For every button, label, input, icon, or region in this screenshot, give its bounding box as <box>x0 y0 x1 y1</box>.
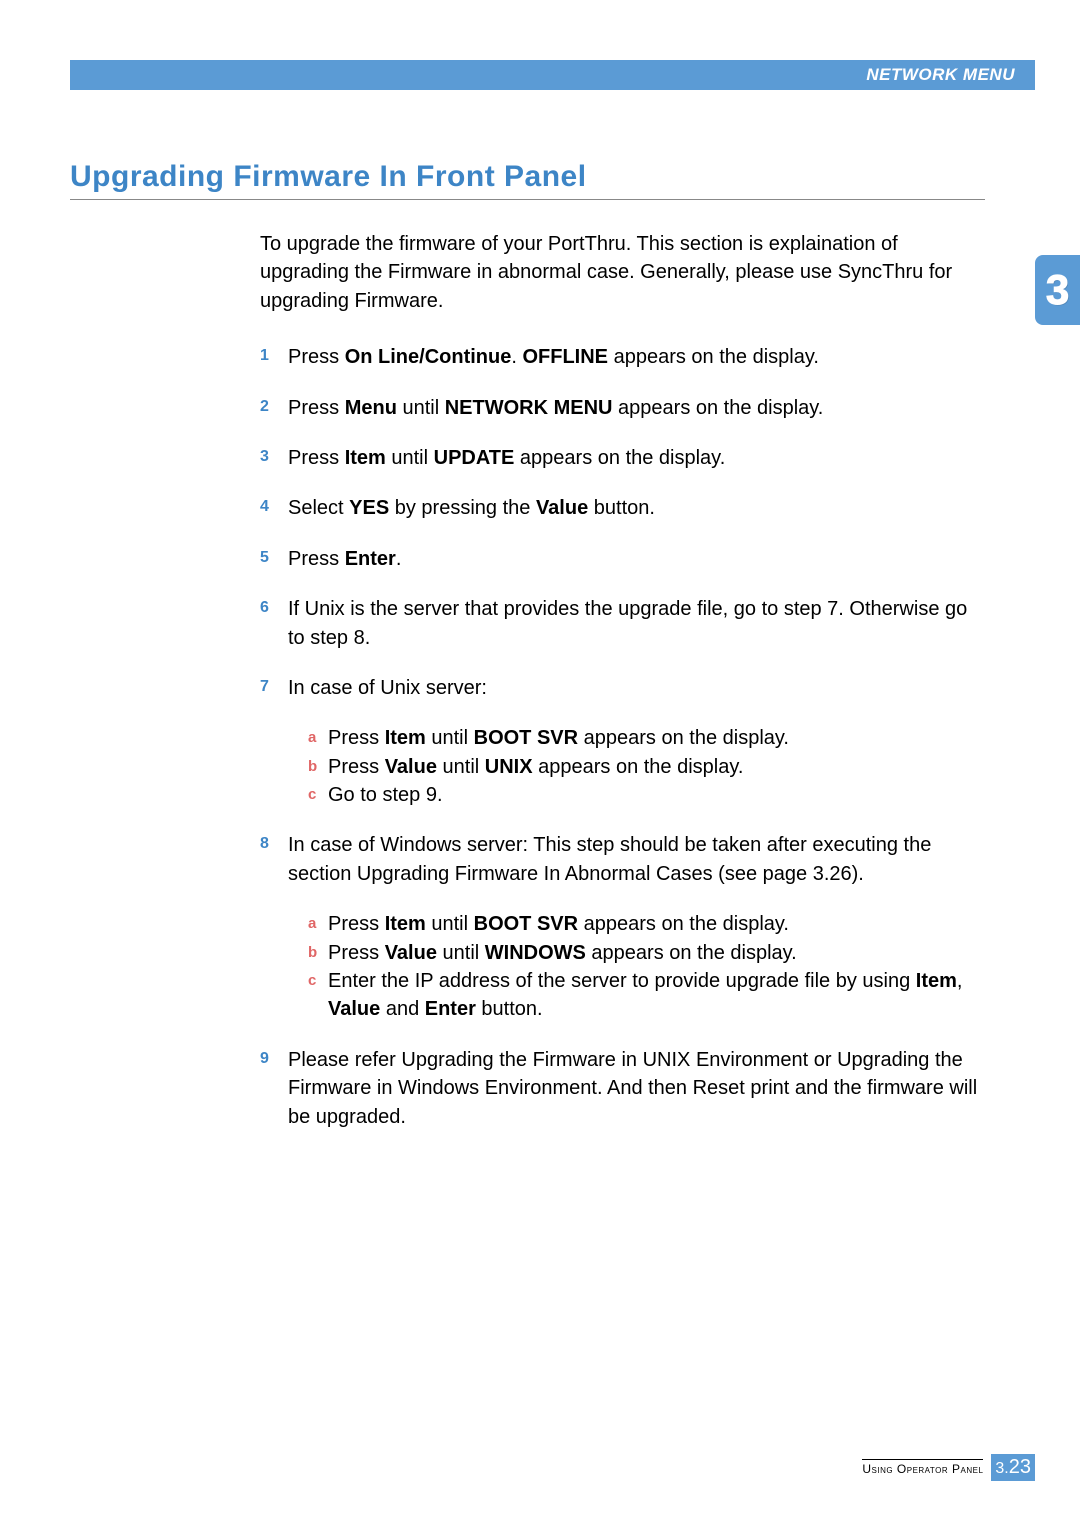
step-text: Press Enter. <box>288 545 985 573</box>
step-4: 4 Select YES by pressing the Value butto… <box>260 494 985 522</box>
sub-item-a: a Press Item until BOOT SVR appears on t… <box>308 910 985 938</box>
step-number: 1 <box>260 343 288 371</box>
footer-label: Using Operator Panel <box>862 1459 983 1476</box>
step-text: If Unix is the server that provides the … <box>288 595 985 652</box>
intro-paragraph: To upgrade the firmware of your PortThru… <box>260 230 985 315</box>
sub-text: Press Value until WINDOWS appears on the… <box>328 939 985 967</box>
step-number: 3 <box>260 444 288 472</box>
step-text: Press Menu until NETWORK MENU appears on… <box>288 394 985 422</box>
step-text: In case of Unix server: a Press Item unt… <box>288 674 985 810</box>
step-1: 1 Press On Line/Continue. OFFLINE appear… <box>260 343 985 371</box>
sub-item-a: a Press Item until BOOT SVR appears on t… <box>308 724 985 752</box>
step-number: 2 <box>260 394 288 422</box>
sub-letter: a <box>308 724 328 752</box>
sub-text: Press Value until UNIX appears on the di… <box>328 753 985 781</box>
sub-letter: a <box>308 910 328 938</box>
step-text: Please refer Upgrading the Firmware in U… <box>288 1046 985 1131</box>
step-number: 5 <box>260 545 288 573</box>
sub-text: Press Item until BOOT SVR appears on the… <box>328 724 985 752</box>
sub-letter: b <box>308 939 328 967</box>
footer-chapter: 3. <box>995 1460 1008 1477</box>
sub-item-b: b Press Value until WINDOWS appears on t… <box>308 939 985 967</box>
sub-letter: c <box>308 967 328 1024</box>
section-title: Upgrading Firmware In Front Panel <box>70 160 985 200</box>
sub-list: a Press Item until BOOT SVR appears on t… <box>308 910 985 1024</box>
footer-page-number: 23 <box>1009 1456 1031 1478</box>
chapter-tab-number: 3 <box>1046 266 1069 314</box>
sub-text: Enter the IP address of the server to pr… <box>328 967 985 1024</box>
step-number: 4 <box>260 494 288 522</box>
header-label: NETWORK MENU <box>866 65 1015 85</box>
step-number: 9 <box>260 1046 288 1131</box>
chapter-tab: 3 <box>1035 255 1080 325</box>
step-list: 1 Press On Line/Continue. OFFLINE appear… <box>260 343 985 1131</box>
step-7: 7 In case of Unix server: a Press Item u… <box>260 674 985 810</box>
step-text: Press Item until UPDATE appears on the d… <box>288 444 985 472</box>
sub-letter: b <box>308 753 328 781</box>
step-number: 7 <box>260 674 288 810</box>
content-area: Upgrading Firmware In Front Panel To upg… <box>70 160 985 1153</box>
step-6: 6 If Unix is the server that provides th… <box>260 595 985 652</box>
step-text: Select YES by pressing the Value button. <box>288 494 985 522</box>
step-text: In case of Windows server: This step sho… <box>288 831 985 1023</box>
sub-list: a Press Item until BOOT SVR appears on t… <box>308 724 985 809</box>
step-9: 9 Please refer Upgrading the Firmware in… <box>260 1046 985 1131</box>
step-3: 3 Press Item until UPDATE appears on the… <box>260 444 985 472</box>
sub-item-b: b Press Value until UNIX appears on the … <box>308 753 985 781</box>
header-bar: NETWORK MENU <box>70 60 1035 90</box>
step-number: 6 <box>260 595 288 652</box>
step-2: 2 Press Menu until NETWORK MENU appears … <box>260 394 985 422</box>
step-5: 5 Press Enter. <box>260 545 985 573</box>
step-text: Press On Line/Continue. OFFLINE appears … <box>288 343 985 371</box>
sub-text: Go to step 9. <box>328 781 985 809</box>
sub-item-c: c Go to step 9. <box>308 781 985 809</box>
step-8: 8 In case of Windows server: This step s… <box>260 831 985 1023</box>
footer-page: 3.23 <box>991 1454 1035 1481</box>
footer: Using Operator Panel 3.23 <box>862 1454 1035 1481</box>
sub-text: Press Item until BOOT SVR appears on the… <box>328 910 985 938</box>
sub-item-c: c Enter the IP address of the server to … <box>308 967 985 1024</box>
step-number: 8 <box>260 831 288 1023</box>
sub-letter: c <box>308 781 328 809</box>
